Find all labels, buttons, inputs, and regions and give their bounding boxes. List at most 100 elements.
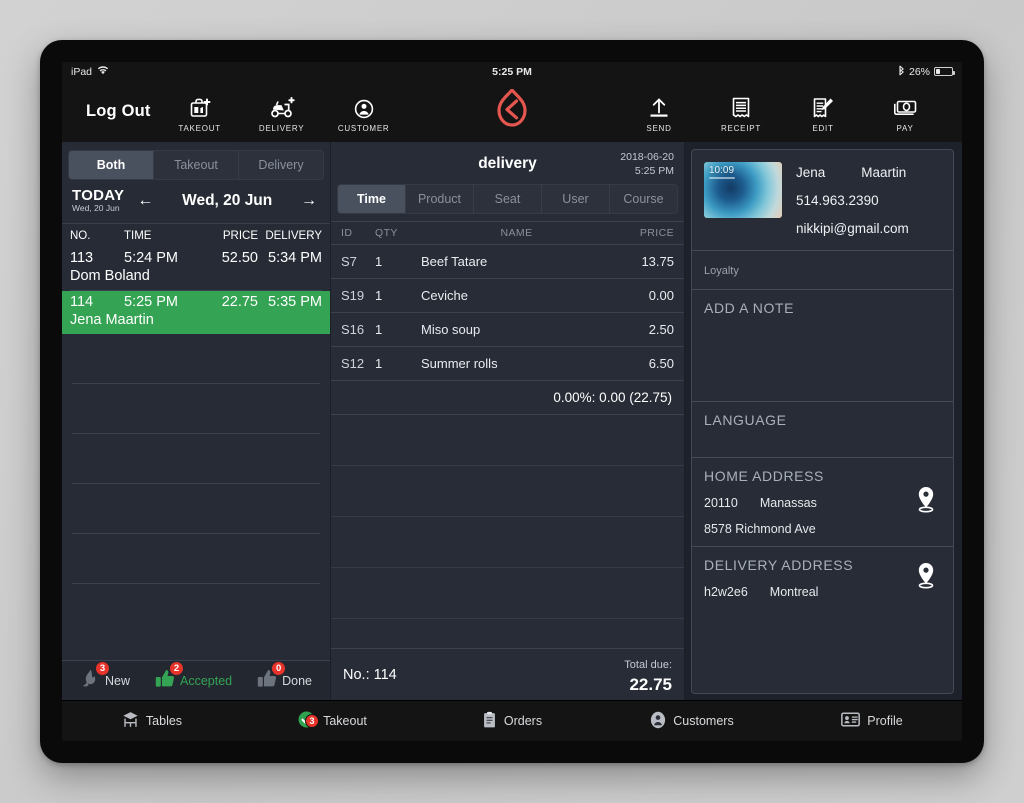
empty-row [331,466,684,517]
filter-tab-both[interactable]: Both [69,151,154,179]
send-button-label: SEND [646,124,672,133]
list-item[interactable]: S19 1 Ceviche 0.00 [331,279,684,313]
takeout-button-label: TAKEOUT [178,124,221,133]
total-due-label: Total due: [624,658,672,671]
empty-row [62,334,330,385]
status-done-label: Done [282,673,312,688]
loyalty-label: Loyalty [704,265,739,277]
customer-info-section[interactable]: 10:09 Jena Maartin 514.963.2390 nikkipi@… [692,150,953,251]
tab-seat[interactable]: Seat [474,185,542,213]
status-accepted[interactable]: 2 Accepted [154,660,233,694]
order-customer-name: Jena Maartin [70,312,154,329]
edit-button[interactable]: EDIT [782,90,864,133]
tab-orders[interactable]: Orders [422,711,602,732]
order-status-footer: 3 New 2 Accepted 0 Done [62,660,330,700]
col-header-delivery: DELIVERY [265,230,322,243]
logout-button[interactable]: Log Out [78,96,159,127]
order-time: 5:24 PM [124,250,178,267]
tab-customers[interactable]: Customers [602,711,782,732]
item-name: Miso soup [421,322,481,337]
items-table-header: ID QTY NAME PRICE [331,221,684,245]
loyalty-section[interactable]: Loyalty [692,251,953,290]
status-done[interactable]: 0 Done [256,660,312,694]
receipt-button[interactable]: RECEIPT [700,90,782,133]
map-pin-icon[interactable] [915,486,937,519]
language-label: LANGUAGE [704,412,787,428]
order-filter-segment: Both Takeout Delivery [62,142,330,180]
col-header-name: NAME [500,227,533,239]
col-header-time: TIME [124,230,152,243]
orders-clipboard-icon [482,711,497,732]
item-id: S7 [341,254,357,269]
table-row[interactable]: 113 5:24 PM 52.50 5:34 PM Dom Boland [62,247,330,290]
item-name: Beef Tatare [421,254,488,269]
list-item[interactable]: S7 1 Beef Tatare 13.75 [331,245,684,279]
customer-button[interactable]: CUSTOMER [323,90,405,133]
delivery-button-label: DELIVERY [258,124,305,133]
pay-button[interactable]: PAY [864,90,946,133]
pay-button-label: PAY [896,124,914,133]
wifi-icon [97,65,109,78]
receipt-button-label: RECEIPT [721,124,761,133]
tab-tables[interactable]: Tables [62,711,242,731]
order-customer-name: Dom Boland [70,268,150,285]
delivery-address-city: Montreal [769,585,819,599]
language-section[interactable]: LANGUAGE [692,402,953,458]
tab-product[interactable]: Product [406,185,474,213]
tab-course[interactable]: Course [610,185,677,213]
map-pin-icon[interactable] [915,562,937,595]
prev-date-arrow-icon[interactable]: ← [134,192,156,210]
status-accepted-label: Accepted [179,673,233,688]
empty-row [62,484,330,535]
filter-tab-delivery[interactable]: Delivery [239,151,323,179]
today-button[interactable]: TODAY Wed, 20 Jun [72,187,124,214]
orders-list[interactable]: 113 5:24 PM 52.50 5:34 PM Dom Boland 114… [62,247,330,660]
tab-profile[interactable]: Profile [782,712,962,730]
tab-profile-label: Profile [867,714,903,728]
next-date-arrow-icon[interactable]: → [298,192,320,210]
empty-row [62,384,330,435]
total-due: Total due: 22.75 [624,654,672,696]
home-address-street: 8578 Richmond Ave [704,522,816,536]
tab-customers-label: Customers [673,714,734,728]
item-price: 2.50 [648,322,674,337]
home-address-zip: 20110 [704,496,738,510]
top-toolbar: Log Out TAKEOUT DELIVERY CUSTOMER SEND R… [62,81,962,142]
customer-email[interactable]: nikkipi@gmail.com [796,221,909,236]
customer-phone[interactable]: 514.963.2390 [796,193,909,208]
note-section[interactable]: ADD A NOTE [692,290,953,402]
receipt-icon [730,94,752,120]
takeout-button[interactable]: TAKEOUT [159,90,241,133]
send-button[interactable]: SEND [618,90,700,133]
customer-first-name: Jena [796,165,826,180]
table-row[interactable]: 114 5:25 PM 22.75 5:35 PM Jena Maartin [62,291,330,335]
home-address-section[interactable]: HOME ADDRESS 20110 Manassas 8578 Richmon… [692,458,953,547]
delivery-button[interactable]: DELIVERY [241,90,323,133]
today-sublabel: Wed, 20 Jun [72,203,120,214]
tab-user[interactable]: User [542,185,610,213]
item-price: 0.00 [648,288,674,303]
list-item[interactable]: S16 1 Miso soup 2.50 [331,313,684,347]
col-header-price: PRICE [222,230,258,243]
customer-detail-panel: 10:09 Jena Maartin 514.963.2390 nikkipi@… [685,142,962,700]
status-new[interactable]: 3 New [80,660,130,694]
status-new-label: New [104,673,130,688]
order-number-label: No.: 114 [343,666,397,683]
list-item[interactable]: S12 1 Summer rolls 6.50 [331,347,684,381]
today-label: TODAY [72,187,125,204]
order-time: 5:25 PM [124,294,178,311]
battery-icon [934,67,955,76]
home-address-city: Manassas [759,496,817,510]
tab-takeout[interactable]: 3 Takeout [242,710,422,732]
order-time: 5:25 PM [634,164,674,177]
item-id: S16 [341,322,365,337]
receipt-edit-pencil-icon [811,94,835,120]
tab-time[interactable]: Time [338,185,406,213]
status-badge: 0 [271,660,287,676]
items-list-filler [331,619,684,648]
ipad-screen: iPad 5:25 PM 26% Log Out TAKEOUT DELIVER… [62,62,962,741]
delivery-address-section[interactable]: DELIVERY ADDRESS h2w2e6 Montreal [692,547,953,609]
filter-tab-takeout[interactable]: Takeout [154,151,239,179]
status-badge: 3 [94,660,110,676]
order-detail-panel: delivery 2018-06-20 5:25 PM Time Product… [330,142,685,700]
